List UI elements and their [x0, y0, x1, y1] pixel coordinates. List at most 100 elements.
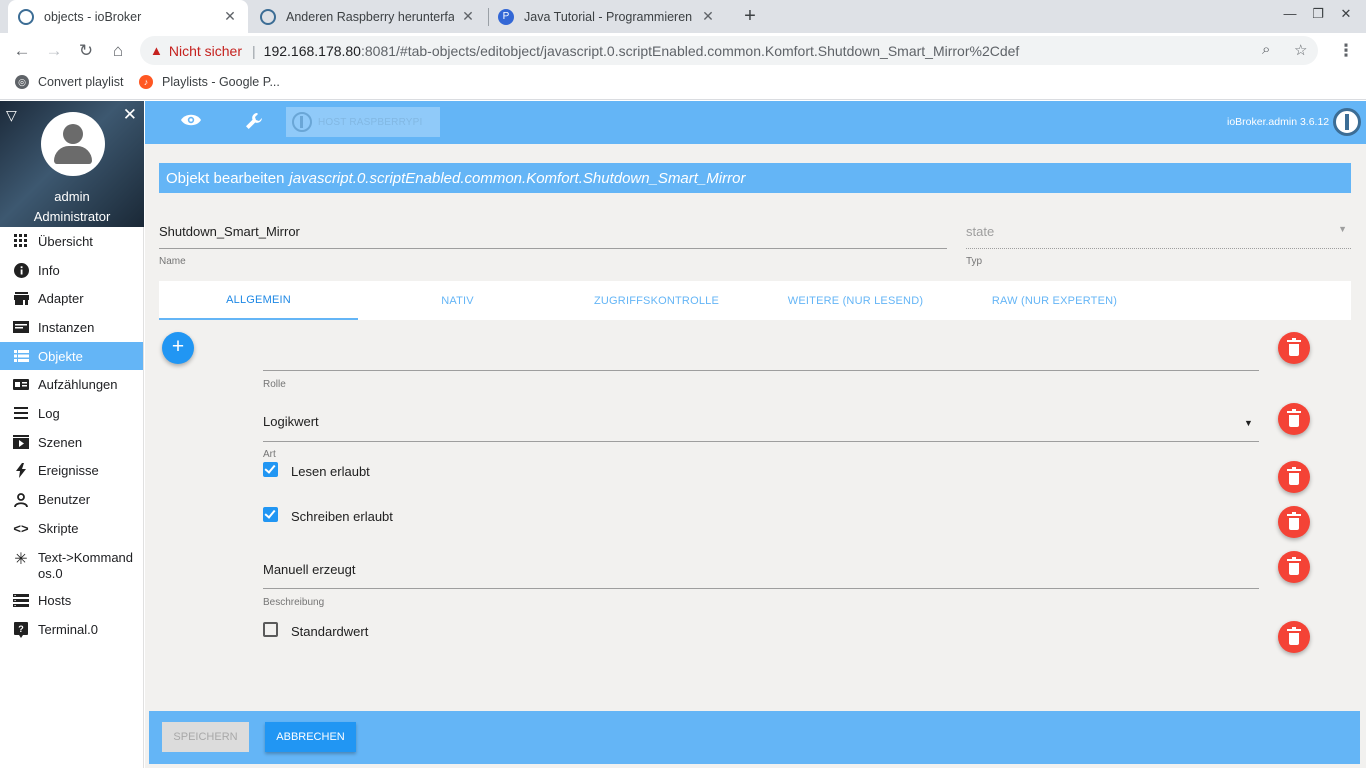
edit-object-header: Objekt bearbeiten javascript.0.scriptEna…	[159, 163, 1351, 193]
sidebar-item-szenen[interactable]: Szenen	[0, 428, 143, 457]
main-content: HOST RASPBERRYPI ioBroker.admin 3.6.12 O…	[145, 101, 1366, 768]
type-label: Typ	[966, 256, 983, 267]
host-select-button[interactable]: HOST RASPBERRYPI	[286, 107, 440, 137]
bookmark-playlists[interactable]: ♪ Playlists - Google P...	[139, 75, 280, 89]
delete-art-button[interactable]	[1278, 403, 1310, 435]
sidebar-item-instanzen[interactable]: Instanzen	[0, 313, 143, 342]
hosts-icon	[12, 592, 30, 610]
globe-icon: ◎	[15, 75, 29, 89]
wrench-icon[interactable]	[245, 112, 263, 135]
minimize-window-icon[interactable]: —	[1276, 6, 1304, 21]
delete-role-button[interactable]	[1278, 332, 1310, 364]
trash-icon	[1287, 626, 1301, 645]
address-bar[interactable]: ▲ Nicht sicher | 192.168.178.80 :8081/#t…	[140, 36, 1318, 65]
sidebar-item-ereignisse[interactable]: Ereignisse	[0, 457, 143, 486]
close-window-icon[interactable]: ✕	[1332, 6, 1360, 22]
chevron-down-icon: ▼	[1244, 418, 1253, 428]
delete-description-button[interactable]	[1278, 551, 1310, 583]
sidebar-item-label: Adapter	[38, 291, 84, 307]
close-tab-icon[interactable]: ✕	[460, 8, 476, 25]
sidebar-item-log[interactable]: Log	[0, 399, 143, 428]
browser-toolbar: ← → ↻ ⌂ ▲ Nicht sicher | 192.168.178.80 …	[0, 33, 1366, 69]
name-value: Shutdown_Smart_Mirror	[159, 224, 300, 239]
not-secure-label[interactable]: Nicht sicher	[169, 43, 242, 59]
sidebar-item-info[interactable]: Info	[0, 256, 143, 285]
save-button[interactable]: SPEICHERN	[162, 722, 249, 752]
sidebar-item-hosts[interactable]: Hosts	[0, 587, 143, 616]
user-icon	[12, 491, 30, 509]
reload-icon[interactable]: ↻	[74, 39, 98, 63]
description-value: Manuell erzeugt	[263, 562, 356, 577]
browser-tab-java[interactable]: P Java Tutorial - Programmieren lernen ✕	[488, 0, 726, 33]
chevron-down-icon: ▼	[1338, 224, 1347, 234]
sidebar-item-label: Übersicht	[38, 233, 93, 249]
delete-write-button[interactable]	[1278, 506, 1310, 538]
browser-tab-bar: objects - ioBroker ✕ Anderen Raspberry h…	[0, 0, 1366, 33]
default-checkbox[interactable]	[263, 622, 278, 637]
snowflake-icon: ✳	[14, 550, 28, 568]
new-tab-button[interactable]: +	[738, 4, 762, 28]
art-select[interactable]	[263, 441, 1259, 442]
sidebar-item-label: Info	[38, 262, 60, 278]
type-value: state	[966, 224, 995, 239]
bookmark-label: Convert playlist	[38, 75, 124, 89]
add-attribute-button[interactable]: +	[162, 332, 194, 364]
delete-read-button[interactable]	[1278, 461, 1310, 493]
sidebar-item-terminal[interactable]: ? Terminal.0	[0, 615, 143, 644]
user-role: Administrator	[33, 209, 111, 224]
description-label: Beschreibung	[263, 597, 325, 608]
star-bookmark-icon[interactable]: ☆	[1294, 41, 1307, 59]
version-label: ioBroker.admin 3.6.12	[1227, 116, 1330, 128]
url-host: 192.168.178.80	[263, 42, 361, 59]
back-arrow-icon[interactable]: ←	[10, 39, 34, 63]
trash-icon	[1287, 408, 1301, 427]
trash-icon	[1287, 511, 1301, 530]
sidebar-item-skripte[interactable]: <> Skripte	[0, 514, 143, 543]
browser-tab-objects[interactable]: objects - ioBroker ✕	[8, 0, 248, 33]
p-favicon-icon: P	[498, 8, 514, 25]
write-checkbox[interactable]	[263, 507, 278, 522]
trash-icon	[1287, 556, 1301, 575]
sidebar-item-label: Objekte	[38, 348, 83, 364]
tab-zugriffskontrolle[interactable]: ZUGRIFFSKONTROLLE	[557, 281, 756, 320]
browser-tab-raspberry[interactable]: Anderen Raspberry herunterfahren ✕	[250, 0, 486, 33]
tab-raw[interactable]: RAW (NUR EXPERTEN)	[955, 281, 1154, 320]
bookmark-convert-playlist[interactable]: ◎ Convert playlist	[15, 75, 123, 89]
type-select[interactable]: state ▼	[966, 221, 1351, 249]
read-checkbox[interactable]	[263, 462, 278, 477]
eye-icon[interactable]	[181, 112, 201, 132]
cancel-button[interactable]: ABBRECHEN	[265, 722, 356, 752]
tab-allgemein[interactable]: ALLGEMEIN	[159, 281, 358, 320]
collapse-triangle-icon[interactable]: ▽	[6, 107, 17, 124]
home-icon[interactable]: ⌂	[106, 39, 130, 63]
sidebar-item-aufzaehlungen[interactable]: Aufzählungen	[0, 370, 143, 399]
delete-default-button[interactable]	[1278, 621, 1310, 653]
default-label: Standardwert	[291, 624, 369, 639]
forward-arrow-icon[interactable]: →	[42, 39, 66, 63]
sidebar-item-label: Skripte	[38, 520, 79, 536]
sidebar-item-adapter[interactable]: Adapter	[0, 284, 143, 313]
description-input[interactable]	[263, 588, 1259, 589]
sidebar-item-uebersicht[interactable]: Übersicht	[0, 227, 143, 256]
list-icon	[12, 347, 30, 365]
info-icon	[12, 261, 30, 279]
close-tab-icon[interactable]: ✕	[222, 8, 238, 25]
name-label: Name	[159, 256, 186, 267]
sidebar-item-label: Instanzen	[38, 319, 95, 335]
sidebar-item-text-kommandos[interactable]: ✳ Text->Kommandos.0	[0, 543, 143, 587]
scenes-icon	[12, 433, 30, 451]
tab-weitere[interactable]: WEITERE (NUR LESEND)	[756, 281, 955, 320]
sidebar-item-benutzer[interactable]: Benutzer	[0, 485, 143, 514]
close-sidebar-icon[interactable]: ✕	[123, 105, 137, 125]
name-field[interactable]: Shutdown_Smart_Mirror	[159, 221, 947, 249]
sidebar-item-label: Ereignisse	[38, 463, 99, 479]
tab-title: Anderen Raspberry herunterfahren	[286, 9, 454, 24]
tab-nativ[interactable]: NATIV	[358, 281, 557, 320]
sidebar-item-objekte[interactable]: Objekte	[0, 341, 143, 371]
browser-menu-icon[interactable]: ⋮	[1334, 39, 1358, 63]
close-tab-icon[interactable]: ✕	[700, 8, 716, 25]
restore-window-icon[interactable]: ❐	[1304, 6, 1332, 22]
zoom-icon[interactable]: ⌕	[1262, 41, 1270, 58]
host-button-label: HOST RASPBERRYPI	[318, 116, 423, 128]
role-input[interactable]	[263, 370, 1259, 371]
